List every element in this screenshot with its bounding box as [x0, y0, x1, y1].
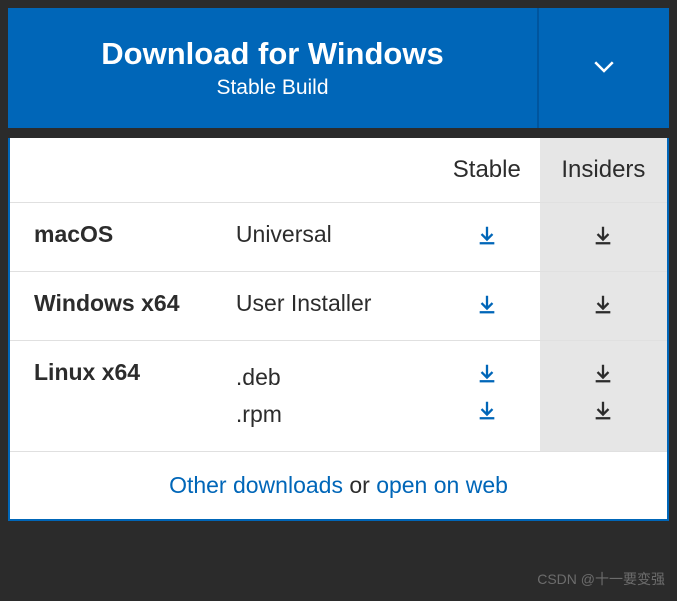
watermark-text: CSDN @十一要变强 [537, 569, 665, 589]
table-row: Linux x64 .deb .rpm [10, 341, 667, 451]
download-stable-windows-x64-user[interactable] [476, 290, 498, 318]
stable-column-header: Stable [434, 138, 540, 203]
table-row: macOS Universal [10, 203, 667, 272]
download-subtitle: Stable Build [216, 76, 328, 100]
os-label: Windows x64 [10, 272, 222, 341]
variant-label: User Installer [222, 272, 434, 341]
os-label: Linux x64 [10, 341, 222, 451]
download-insiders-windows-x64-user[interactable] [592, 290, 614, 318]
variant-label: Universal [222, 203, 434, 272]
footer-or-text: or [343, 472, 376, 498]
download-for-windows-button[interactable]: Download for Windows Stable Build [8, 8, 539, 128]
download-dropdown-panel: Stable Insiders macOS Universal [8, 138, 669, 521]
insiders-column-header: Insiders [540, 138, 667, 203]
other-downloads-link[interactable]: Other downloads [169, 472, 343, 498]
variant-label: .deb [236, 359, 420, 396]
open-on-web-link[interactable]: open on web [376, 472, 508, 498]
download-dropdown-toggle[interactable] [539, 8, 669, 128]
download-insiders-linux-x64-rpm[interactable] [592, 396, 614, 424]
os-label: macOS [10, 203, 222, 272]
variant-label: .rpm [236, 396, 420, 433]
download-insiders-macos-universal[interactable] [592, 221, 614, 249]
download-stable-linux-x64-deb[interactable] [476, 359, 498, 387]
download-stable-linux-x64-rpm[interactable] [476, 396, 498, 424]
table-row: Windows x64 User Installer [10, 272, 667, 341]
download-title: Download for Windows [101, 36, 443, 72]
chevron-down-icon [589, 51, 619, 86]
download-insiders-linux-x64-deb[interactable] [592, 359, 614, 387]
footer-links-row: Other downloads or open on web [10, 451, 667, 519]
downloads-table: Stable Insiders macOS Universal [10, 138, 667, 451]
download-header: Download for Windows Stable Build [8, 8, 669, 128]
download-stable-macos-universal[interactable] [476, 221, 498, 249]
